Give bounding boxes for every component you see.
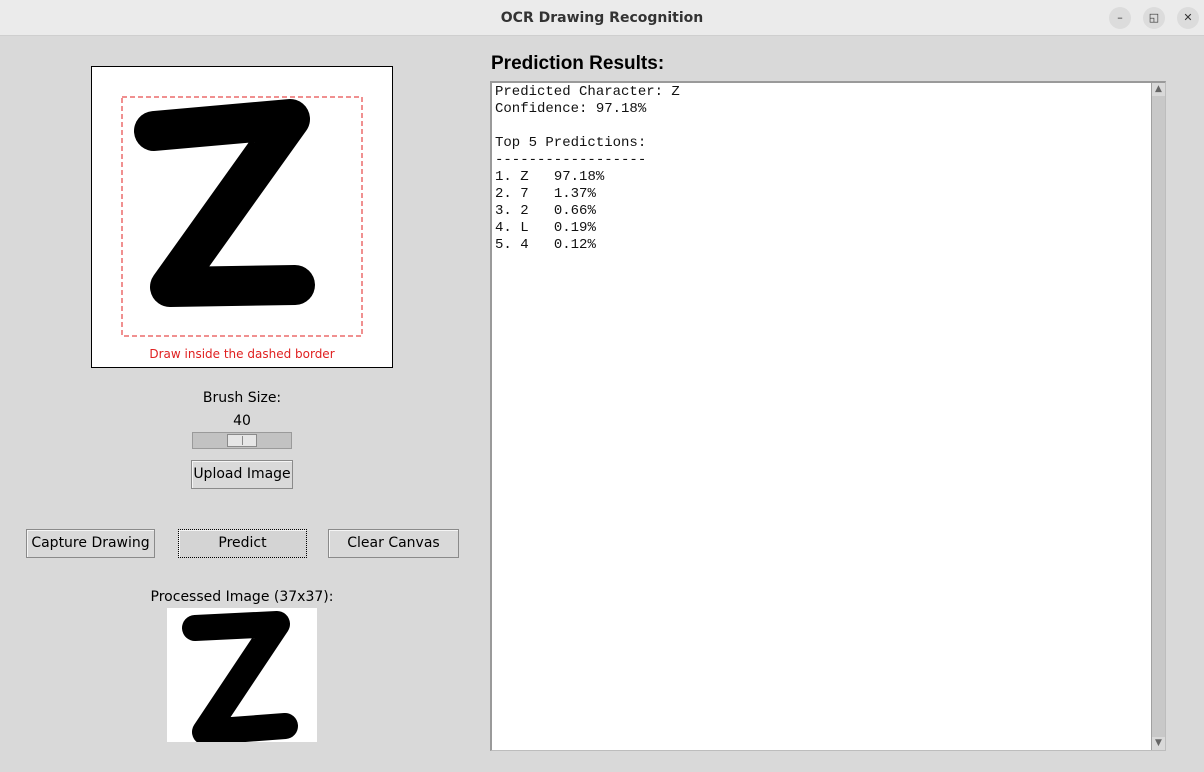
confidence-line: Confidence: 97.18% [495,101,647,117]
results-scrollbar[interactable]: ▲ ▼ [1151,83,1165,750]
capture-drawing-button[interactable]: Capture Drawing [26,529,155,558]
title-bar: OCR Drawing Recognition – ◱ ✕ [0,0,1204,36]
prediction-row: 3. 2 0.66% [495,203,596,219]
processed-image-graphic [182,611,298,742]
slider-thumb[interactable] [227,434,257,447]
prediction-row: 1. Z 97.18% [495,169,605,185]
top5-title: Top 5 Predictions: [495,135,647,151]
canvas-hint: Draw inside the dashed border [149,347,335,361]
processed-image [167,608,317,742]
scroll-down-icon[interactable]: ▼ [1152,737,1165,750]
brush-size-label: Brush Size: [202,390,282,406]
predicted-line: Predicted Character: Z [495,84,680,100]
upload-image-button[interactable]: Upload Image [191,460,293,489]
clear-canvas-button[interactable]: Clear Canvas [328,529,459,558]
results-textbox[interactable]: Predicted Character: Z Confidence: 97.18… [490,81,1166,751]
separator-line: ------------------ [495,152,647,168]
prediction-row: 5. 4 0.12% [495,237,596,253]
prediction-row: 4. L 0.19% [495,220,596,236]
brush-size-slider[interactable] [192,432,292,449]
drawing-canvas[interactable]: Draw inside the dashed border [91,66,393,368]
maximize-icon[interactable]: ◱ [1143,7,1165,29]
prediction-results-heading: Prediction Results: [491,53,665,74]
window-title: OCR Drawing Recognition [500,10,704,26]
predict-button[interactable]: Predict [178,529,307,558]
scroll-up-icon[interactable]: ▲ [1152,83,1165,96]
results-text: Predicted Character: Z Confidence: 97.18… [495,84,680,254]
close-icon[interactable]: ✕ [1177,7,1199,29]
drawn-stroke [134,99,315,307]
brush-size-value: 40 [233,413,251,429]
prediction-row: 2. 7 1.37% [495,186,596,202]
canvas-drawing [121,96,363,337]
minimize-icon[interactable]: – [1109,7,1131,29]
processed-image-label: Processed Image (37x37): [150,589,334,605]
